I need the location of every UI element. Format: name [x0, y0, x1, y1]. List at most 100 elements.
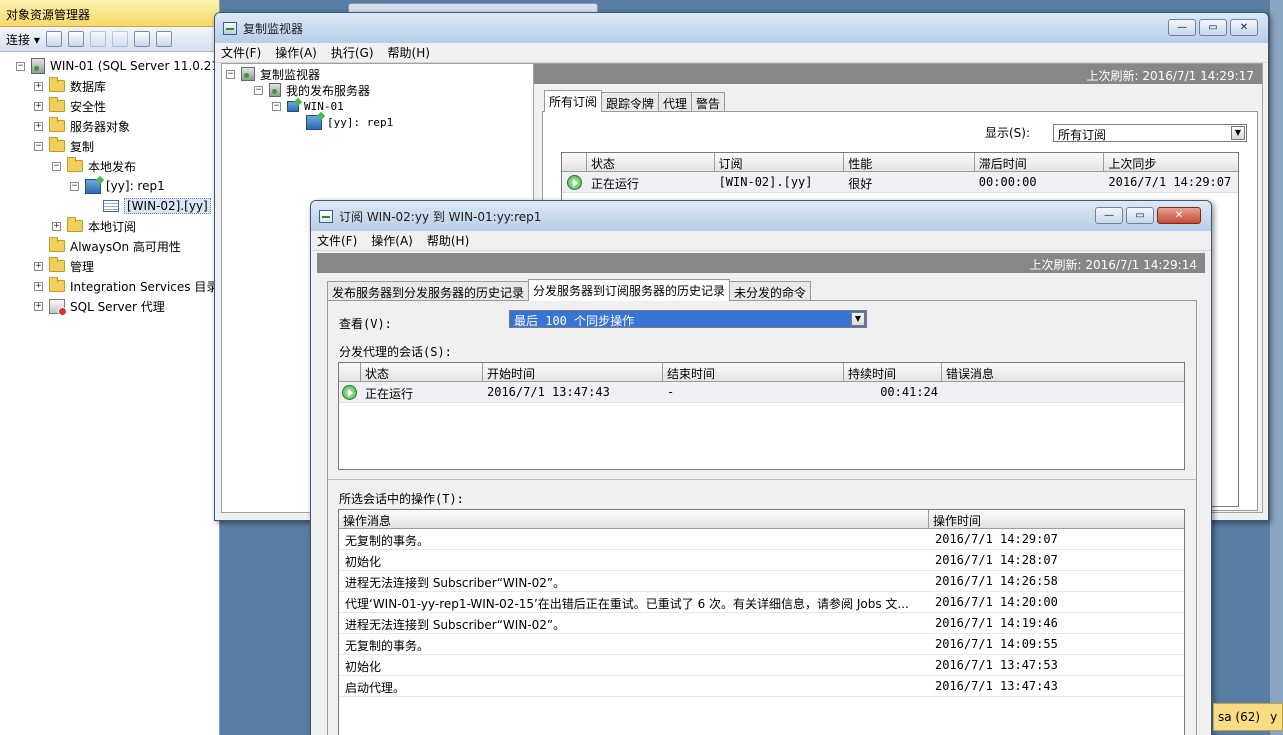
- stop-icon[interactable]: [89, 31, 106, 47]
- connect-button[interactable]: 连接 ▾: [6, 31, 40, 48]
- menu-file[interactable]: 文件(F): [221, 44, 261, 61]
- maximize-button[interactable]: ▭: [1126, 207, 1154, 224]
- collapse-icon[interactable]: −: [226, 69, 235, 79]
- collapse-icon[interactable]: −: [34, 141, 43, 151]
- last-refresh-bar: 上次刷新: 2016/7/1 14:29:14: [317, 253, 1205, 273]
- col-start-time[interactable]: 开始时间: [483, 363, 663, 381]
- list-item[interactable]: 进程无法连接到 Subscriber“WIN-02”。 2016/7/1 14:1…: [339, 613, 1184, 634]
- view-dropdown[interactable]: 最后 100 个同步操作 ▼: [509, 310, 867, 328]
- show-dropdown[interactable]: 所有订阅 ▼: [1053, 124, 1247, 142]
- disconnect-icon[interactable]: [67, 31, 84, 47]
- tree-node[interactable]: − 本地发布: [52, 156, 136, 176]
- object-explorer-panel: 对象资源管理器 连接 ▾ − WIN-01 (SQL Server 11.0.21…: [0, 0, 220, 735]
- tree-node[interactable]: + SQL Server 代理: [34, 296, 165, 316]
- list-item[interactable]: 无复制的事务。 2016/7/1 14:29:07: [339, 529, 1184, 550]
- collapse-icon[interactable]: −: [272, 101, 281, 111]
- list-item[interactable]: 初始化 2016/7/1 14:28:07: [339, 550, 1184, 571]
- refresh-icon[interactable]: [133, 31, 150, 47]
- tree-node[interactable]: − WIN-01 (SQL Server 11.0.21: [16, 56, 219, 76]
- col-duration[interactable]: 持续时间: [844, 363, 942, 381]
- minimize-button[interactable]: —: [1168, 19, 1196, 36]
- tab-undistributed-commands[interactable]: 未分发的命令: [729, 281, 812, 301]
- maximize-button[interactable]: ▭: [1199, 19, 1227, 36]
- expand-icon[interactable]: +: [34, 281, 43, 291]
- window-controls: — ▭ ✕: [1168, 19, 1258, 36]
- tree-node[interactable]: AlwaysOn 高可用性: [34, 236, 181, 256]
- subscription-menubar: 文件(F) 操作(A) 帮助(H): [311, 231, 1211, 251]
- tab-tracer-tokens[interactable]: 跟踪令牌: [601, 92, 660, 112]
- menu-go[interactable]: 执行(G): [331, 44, 374, 61]
- list-item[interactable]: 进程无法连接到 Subscriber“WIN-02”。 2016/7/1 14:2…: [339, 571, 1184, 592]
- tree-node[interactable]: [WIN-02].[yy]: [88, 196, 211, 216]
- tree-node-server[interactable]: − WIN-01: [272, 98, 344, 114]
- table-row[interactable]: 正在运行 [WIN-02].[yy] 很好 00:00:00 2016/7/1 …: [562, 172, 1238, 193]
- tab-distributor-to-subscriber[interactable]: 分发服务器到订阅服务器的历史记录: [528, 279, 731, 301]
- menu-file[interactable]: 文件(F): [317, 232, 357, 249]
- collapse-icon[interactable]: −: [16, 61, 25, 71]
- menu-action[interactable]: 操作(A): [275, 44, 317, 61]
- chevron-down-icon[interactable]: ▼: [851, 312, 865, 326]
- folder-icon: [67, 157, 83, 172]
- status-bar-user: sa (62) y: [1213, 703, 1283, 731]
- tab-warnings[interactable]: 警告: [691, 92, 726, 112]
- list-item[interactable]: 启动代理。 2016/7/1 13:47:43: [339, 676, 1184, 697]
- col-icon[interactable]: [339, 363, 361, 381]
- table-row[interactable]: 正在运行 2016/7/1 13:47:43 - 00:41:24: [339, 382, 1184, 403]
- col-last-sync[interactable]: 上次同步: [1104, 153, 1238, 171]
- expand-icon[interactable]: +: [52, 221, 61, 231]
- col-status[interactable]: 状态: [361, 363, 483, 381]
- collapse-icon[interactable]: −: [70, 181, 79, 191]
- tree-node[interactable]: − [yy]: rep1: [70, 176, 165, 196]
- monitor-icon: [241, 67, 255, 81]
- expand-icon[interactable]: +: [34, 121, 43, 131]
- col-status[interactable]: 状态: [587, 153, 715, 171]
- menu-action[interactable]: 操作(A): [371, 232, 413, 249]
- close-button[interactable]: ✕: [1157, 207, 1201, 224]
- operation-time: 2016/7/1 14:19:46: [935, 616, 1058, 630]
- collapse-icon[interactable]: −: [254, 85, 263, 95]
- publication-icon: [306, 114, 322, 130]
- list-item[interactable]: 代理‘WIN-01-yy-rep1-WIN-02-15’在出错后正在重试。已重试…: [339, 592, 1184, 613]
- tree-node[interactable]: + 服务器对象: [34, 116, 130, 136]
- col-error-message[interactable]: 错误消息: [942, 363, 1184, 381]
- col-subscription[interactable]: 订阅: [715, 153, 845, 171]
- filter-icon[interactable]: [111, 31, 128, 47]
- col-latency[interactable]: 滞后时间: [975, 153, 1105, 171]
- col-operation-message[interactable]: 操作消息: [339, 510, 929, 528]
- list-item[interactable]: 无复制的事务。 2016/7/1 14:09:55: [339, 634, 1184, 655]
- collapse-icon[interactable]: −: [52, 161, 61, 171]
- tree-node[interactable]: − 复制: [34, 136, 94, 156]
- tree-node[interactable]: + 管理: [34, 256, 94, 276]
- expand-icon[interactable]: +: [34, 301, 43, 311]
- summary-icon[interactable]: [155, 31, 172, 47]
- tree-node[interactable]: + 数据库: [34, 76, 106, 96]
- chevron-down-icon[interactable]: ▼: [1231, 126, 1245, 140]
- menu-help[interactable]: 帮助(H): [388, 44, 430, 61]
- tab-agents[interactable]: 代理: [658, 92, 693, 112]
- splitter[interactable]: [328, 479, 1196, 480]
- col-operation-time[interactable]: 操作时间: [929, 510, 1184, 528]
- tree-node-my-publishers[interactable]: − 我的发布服务器: [254, 82, 370, 98]
- tab-all-subscriptions[interactable]: 所有订阅: [544, 90, 603, 112]
- tree-node-publication[interactable]: [yy]: rep1: [306, 114, 393, 130]
- tree-node[interactable]: + 本地订阅: [52, 216, 136, 236]
- expand-icon[interactable]: +: [34, 101, 43, 111]
- col-icon[interactable]: [562, 153, 587, 171]
- subscription-window-titlebar[interactable]: 订阅 WIN-02:yy 到 WIN-01:yy:rep1 — ▭ ✕: [311, 201, 1211, 231]
- expand-icon[interactable]: +: [34, 261, 43, 271]
- tree-node[interactable]: + Integration Services 目录: [34, 276, 218, 296]
- tree-node-monitor-root[interactable]: − 复制监视器: [226, 66, 320, 82]
- operation-message: 启动代理。: [345, 681, 406, 695]
- col-end-time[interactable]: 结束时间: [663, 363, 844, 381]
- list-item[interactable]: 初始化 2016/7/1 13:47:53: [339, 655, 1184, 676]
- replication-monitor-titlebar[interactable]: 复制监视器 — ▭ ✕: [215, 13, 1268, 43]
- col-performance[interactable]: 性能: [844, 153, 975, 171]
- tree-node-label: Integration Services 目录: [70, 279, 219, 294]
- tree-node[interactable]: + 安全性: [34, 96, 106, 116]
- minimize-button[interactable]: —: [1095, 207, 1123, 224]
- expand-icon[interactable]: +: [34, 81, 43, 91]
- tab-publisher-to-distributor[interactable]: 发布服务器到分发服务器的历史记录: [327, 281, 530, 301]
- connect-object-icon[interactable]: [45, 31, 62, 47]
- close-button[interactable]: ✕: [1230, 19, 1258, 36]
- menu-help[interactable]: 帮助(H): [427, 232, 469, 249]
